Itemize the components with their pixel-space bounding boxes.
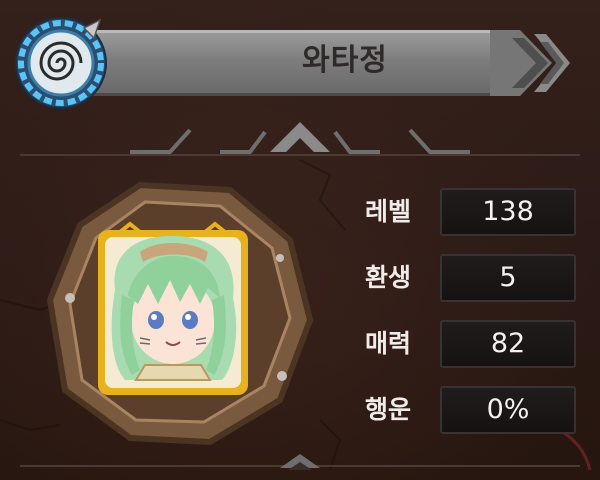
stat-label: 레벨	[364, 197, 411, 226]
profile-panel: 와타정 레벨 138 환생 5 매력 82 행운 0%	[0, 0, 600, 480]
stat-row-level: 레벨 138	[350, 184, 580, 240]
bottom-divider	[20, 454, 580, 470]
spiral-shell-emblem-icon	[15, 17, 107, 109]
stat-value-box: 138	[440, 188, 576, 236]
stat-value: 5	[499, 262, 517, 293]
name-title-bar: 와타정	[60, 30, 570, 96]
stat-row-charm: 매력 82	[350, 316, 580, 372]
stat-label: 환생	[364, 263, 411, 292]
ornament-divider	[20, 122, 580, 156]
stat-value: 138	[482, 196, 534, 227]
chevron-right-icon	[490, 30, 570, 96]
stat-value-box: 82	[440, 320, 576, 368]
stat-value-box: 0%	[440, 386, 576, 434]
stat-row-rebirth: 환생 5	[350, 250, 580, 306]
stat-row-luck: 행운 0%	[350, 382, 580, 438]
character-portrait	[46, 181, 314, 446]
stat-value-box: 5	[440, 254, 576, 302]
character-portrait-icon	[111, 235, 237, 381]
stat-value: 82	[490, 328, 526, 359]
stat-value: 0%	[486, 394, 530, 425]
character-name: 와타정	[302, 43, 388, 78]
stat-label: 매력	[364, 329, 411, 358]
stat-label: 행운	[364, 395, 411, 424]
